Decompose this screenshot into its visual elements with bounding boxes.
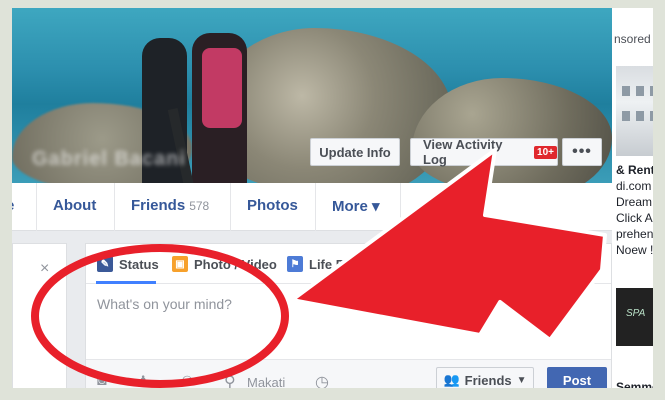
post-composer: ✎ Status ▣ Photo / Video ⚑ Life Event Wh… — [85, 243, 612, 400]
ad-text: prehen — [616, 227, 654, 241]
ad-domain: di.com — [616, 179, 652, 193]
composer-tab-label: Status — [119, 256, 159, 272]
audience-label: Friends — [464, 372, 512, 388]
feeling-icon[interactable]: ☺ — [179, 372, 195, 390]
update-info-button[interactable]: Update Info — [310, 138, 400, 166]
location-pin-icon[interactable]: ⚲ — [224, 372, 236, 392]
sponsored-column: nsored & Rent di.com Dream Click A prehe… — [612, 8, 665, 400]
photo-icon: ▣ — [172, 256, 188, 272]
tab-friends[interactable]: Friends 578 — [131, 197, 209, 214]
tab-about[interactable]: About — [53, 197, 96, 214]
tab-friends-label: Friends — [131, 197, 186, 214]
activity-count-badge: 10+ — [534, 145, 557, 159]
tab-timeline[interactable]: e — [6, 197, 14, 214]
composer-footer: ◙ ♟ ☺ ⚲ Makati ◷ 👥 Friends ▼ Post — [86, 359, 611, 400]
composer-tab-status[interactable]: ✎ Status — [97, 256, 159, 272]
audience-selector[interactable]: 👥 Friends ▼ — [436, 367, 534, 393]
location-label[interactable]: Makati — [247, 375, 285, 390]
ad-text: Noew ! — [616, 243, 654, 257]
clock-icon[interactable]: ◷ — [315, 372, 329, 392]
ad-image-building[interactable] — [616, 66, 665, 156]
status-input[interactable]: What's on your mind? — [97, 296, 232, 312]
camera-icon[interactable]: ◙ — [97, 372, 107, 390]
composer-tab-life-event[interactable]: ⚑ Life Event — [287, 256, 371, 272]
composer-tab-label: Life Event — [309, 256, 372, 272]
tag-friends-icon[interactable]: ♟ — [136, 372, 150, 392]
tab-more[interactable]: More ▾ — [332, 197, 380, 215]
composer-tab-label: Photo / Video — [194, 256, 277, 272]
profile-name-blurred: Gabriel Bacani — [32, 148, 187, 170]
more-options-button[interactable]: ••• — [562, 138, 602, 166]
ad-text: Click A — [616, 211, 653, 225]
friends-count: 578 — [189, 199, 210, 213]
sponsored-label: nsored — [614, 32, 651, 46]
active-tab-indicator — [96, 281, 156, 284]
chevron-down-icon: ▼ — [516, 374, 527, 386]
composer-tab-photo-video[interactable]: ▣ Photo / Video — [172, 256, 277, 272]
ad-title[interactable]: & Rent — [616, 163, 655, 177]
view-activity-log-button[interactable]: View Activity Log 10+ — [410, 137, 558, 167]
composer-tabs: ✎ Status ▣ Photo / Video ⚑ Life Event — [86, 244, 611, 284]
ad-image-spa[interactable]: SPA — [616, 288, 665, 346]
tab-photos[interactable]: Photos — [247, 197, 298, 214]
profile-nav: e About Friends 578 Photos More ▾ — [6, 183, 612, 231]
flag-icon: ⚑ — [287, 256, 303, 272]
post-button[interactable]: Post — [547, 367, 607, 393]
close-icon[interactable]: × — [40, 260, 49, 278]
ad-text: Dream — [616, 195, 653, 209]
ad-title[interactable]: Semmé — [616, 380, 659, 394]
view-activity-log-label: View Activity Log — [423, 137, 503, 167]
pencil-icon: ✎ — [97, 256, 113, 272]
friends-icon: 👥 — [443, 372, 460, 387]
